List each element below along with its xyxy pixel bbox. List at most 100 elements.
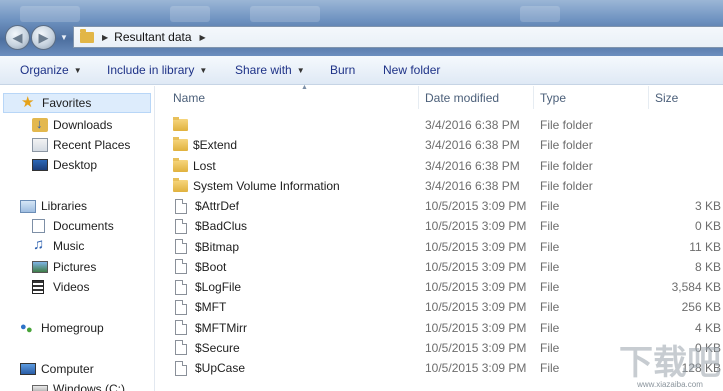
table-row[interactable]: $MFTMirr 10/5/2015 3:09 PM File 4 KB (156, 318, 723, 338)
table-row[interactable]: $Extend 3/4/2016 6:38 PM File folder (156, 135, 723, 155)
command-bar: Organize ▼ Include in library ▼ Share wi… (0, 56, 723, 85)
table-row[interactable]: $LogFile 10/5/2015 3:09 PM File 3,584 KB (156, 277, 723, 297)
file-name: $Boot (195, 259, 227, 274)
file-type: File folder (540, 138, 593, 153)
table-row[interactable]: $Boot 10/5/2015 3:09 PM File 8 KB (156, 257, 723, 277)
file-name-cell: $Boot (173, 257, 418, 277)
breadcrumb-chevron-icon[interactable]: ▶ (102, 33, 108, 42)
file-date-modified: 10/5/2015 3:09 PM (425, 280, 527, 294)
new-folder-label: New folder (383, 63, 441, 77)
computer-icon (20, 363, 36, 375)
desktop-icon (32, 159, 48, 171)
chevron-down-icon: ▼ (296, 65, 305, 75)
file-date-modified: 3/4/2016 6:38 PM (425, 178, 520, 193)
file-type: File (540, 259, 560, 274)
file-icon (175, 279, 187, 295)
folder-icon (173, 177, 188, 192)
burn-label: Burn (330, 63, 356, 77)
nav-drive-c[interactable]: Windows (C:) (32, 380, 125, 391)
nav-downloads[interactable]: Downloads (32, 116, 112, 134)
file-name-cell: $MFT (173, 297, 418, 317)
back-arrow-icon: ◀ (12, 29, 23, 45)
breadcrumb-current-folder[interactable]: Resultant data (114, 30, 191, 44)
file-date-modified: 3/4/2016 6:38 PM (425, 158, 520, 173)
table-row[interactable]: $Bitmap 10/5/2015 3:09 PM File 11 KB (156, 237, 723, 257)
nav-documents[interactable]: Documents (32, 217, 114, 235)
nav-favorites[interactable]: Favorites (3, 93, 151, 113)
file-name: $BadClus (195, 219, 248, 234)
pictures-icon (32, 261, 48, 273)
column-header-type[interactable]: Type (534, 86, 649, 109)
file-name: Lost (193, 158, 216, 173)
file-size: 11 KB (689, 239, 721, 254)
nav-music[interactable]: Music (32, 236, 84, 255)
organize-label: Organize (20, 63, 69, 77)
music-note-icon (32, 236, 48, 253)
nav-videos-label: Videos (53, 280, 90, 294)
column-header-size-label: Size (655, 90, 679, 105)
back-button[interactable]: ◀ (5, 25, 30, 50)
file-size: 3,584 KB (671, 280, 721, 294)
table-row[interactable]: 3/4/2016 6:38 PM File folder (156, 115, 723, 135)
new-folder-button[interactable]: New folder (383, 63, 440, 77)
folder-icon (173, 157, 188, 172)
nav-desktop-label: Desktop (53, 158, 98, 172)
libraries-icon (20, 199, 36, 213)
burn-button[interactable]: Burn (330, 63, 355, 77)
background-decoration (520, 6, 560, 22)
file-date-modified: 10/5/2015 3:09 PM (425, 199, 527, 213)
downloads-folder-icon (32, 116, 48, 132)
file-type: File (540, 320, 560, 335)
table-row[interactable]: $MFT 10/5/2015 3:09 PM File 256 KB (156, 297, 723, 317)
nav-libraries[interactable]: Libraries (20, 197, 87, 215)
table-row[interactable]: System Volume Information 3/4/2016 6:38 P… (156, 176, 723, 196)
table-row[interactable]: $AttrDef 10/5/2015 3:09 PM File 3 KB (156, 196, 723, 216)
chevron-down-icon: ▼ (199, 65, 208, 75)
file-type: File folder (540, 118, 593, 132)
table-row[interactable]: Lost 3/4/2016 6:38 PM File folder (156, 156, 723, 176)
file-name-cell: $AttrDef (173, 196, 418, 216)
address-bar[interactable]: ▶ Resultant data ▶ (73, 26, 723, 48)
file-date-modified: 10/5/2015 3:09 PM (425, 361, 527, 375)
file-name-cell: $UpCase (173, 358, 418, 378)
sort-ascending-icon: ▲ (301, 84, 308, 91)
breadcrumb-chevron-icon[interactable]: ▶ (200, 33, 206, 42)
nav-pictures[interactable]: Pictures (32, 258, 96, 276)
hard-drive-icon (32, 384, 48, 391)
nav-homegroup[interactable]: Homegroup (20, 319, 104, 337)
file-name: $UpCase (195, 361, 246, 375)
nav-desktop[interactable]: Desktop (32, 156, 97, 174)
file-type: File (540, 239, 560, 254)
file-date-modified: 10/5/2015 3:09 PM (425, 219, 527, 234)
file-type: File folder (540, 158, 593, 173)
file-name: $Secure (195, 340, 240, 355)
nav-videos[interactable]: Videos (32, 278, 89, 296)
include-in-library-label: Include in library (107, 63, 195, 77)
share-with-button[interactable]: Share with ▼ (235, 63, 305, 77)
file-name-cell: $MFTMirr (173, 318, 418, 338)
file-icon (175, 239, 187, 254)
recent-pages-dropdown-icon[interactable]: ▼ (60, 33, 68, 42)
file-icon (175, 340, 187, 356)
file-type: File folder (540, 178, 593, 193)
organize-button[interactable]: Organize ▼ (20, 63, 82, 77)
file-icon (175, 360, 187, 376)
title-bar: ◀ ▶ ▼ ▶ Resultant data ▶ (0, 0, 723, 56)
column-header-date-modified[interactable]: Date modified (419, 86, 534, 109)
column-header-size[interactable]: Size (649, 86, 723, 109)
file-icon (175, 259, 187, 275)
file-icon (175, 320, 187, 335)
column-header-name[interactable]: Name ▲ (167, 84, 419, 109)
star-icon (21, 93, 37, 111)
include-in-library-button[interactable]: Include in library ▼ (107, 63, 207, 77)
table-row[interactable]: $BadClus 10/5/2015 3:09 PM File 0 KB (156, 216, 723, 236)
nav-recent-places[interactable]: Recent Places (32, 136, 130, 154)
column-header-name-label: Name (173, 90, 206, 105)
nav-computer[interactable]: Computer (20, 360, 94, 378)
background-decoration (170, 6, 210, 22)
file-name-cell: $Bitmap (173, 237, 418, 257)
file-size: 0 KB (694, 219, 721, 234)
documents-icon (32, 219, 45, 233)
file-name-cell: $Secure (173, 338, 418, 358)
forward-button[interactable]: ▶ (31, 25, 56, 50)
